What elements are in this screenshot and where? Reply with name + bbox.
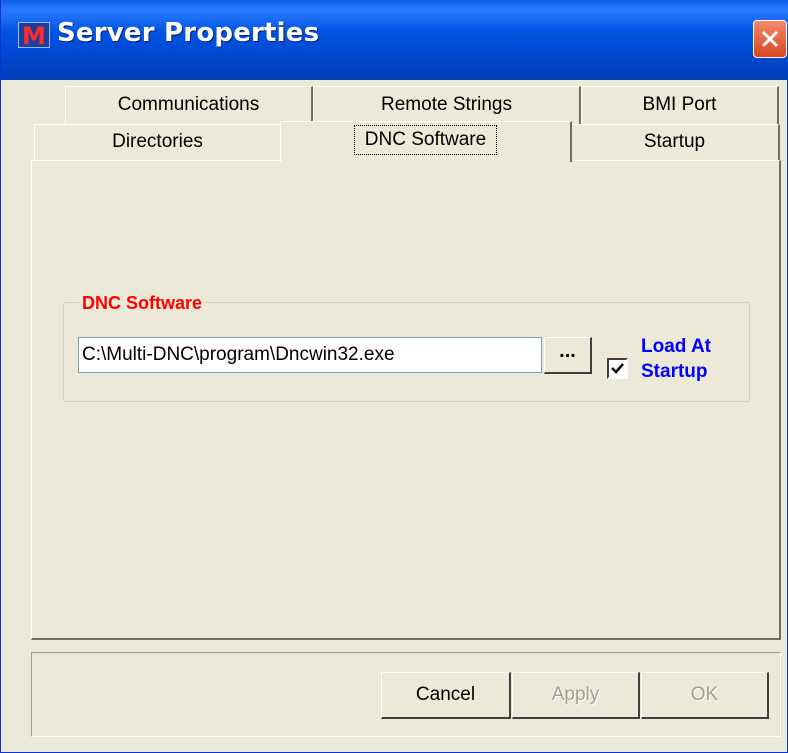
close-icon [761,30,779,48]
ok-button[interactable]: OK [641,672,769,719]
tab-communications[interactable]: Communications [65,86,313,124]
tab-dnc-software[interactable]: DNC Software [280,121,572,162]
checkmark-icon [611,363,624,374]
label-line-1: Load At [641,336,712,357]
tab-remote-strings[interactable]: Remote Strings [313,86,581,124]
dnc-path-field[interactable] [78,337,542,373]
tab-label: DNC Software [353,125,498,155]
tab-label: Directories [112,131,203,152]
load-at-startup-checkbox[interactable] [607,358,628,379]
tab-label: Startup [643,131,706,152]
group-title: DNC Software [79,292,206,314]
tab-directories[interactable]: Directories [34,124,282,161]
title-bar[interactable]: M Server Properties [1,0,788,80]
server-properties-dialog: M Server Properties Communications Remot… [0,0,788,753]
cancel-button[interactable]: Cancel [381,672,511,719]
close-button[interactable] [753,20,787,58]
apply-button[interactable]: Apply [512,672,640,719]
tab-bmi-port[interactable]: BMI Port [581,86,779,124]
tab-label: BMI Port [642,94,717,115]
app-icon: M [18,22,50,49]
window-title: Server Properties [57,18,320,48]
tab-label: Remote Strings [381,94,512,115]
tab-startup[interactable]: Startup [570,124,780,161]
load-at-startup-label[interactable]: Load At Startup [641,334,751,384]
tab-label: Communications [117,94,260,115]
browse-button[interactable]: ... [544,337,592,374]
label-line-2: Startup [641,361,708,382]
